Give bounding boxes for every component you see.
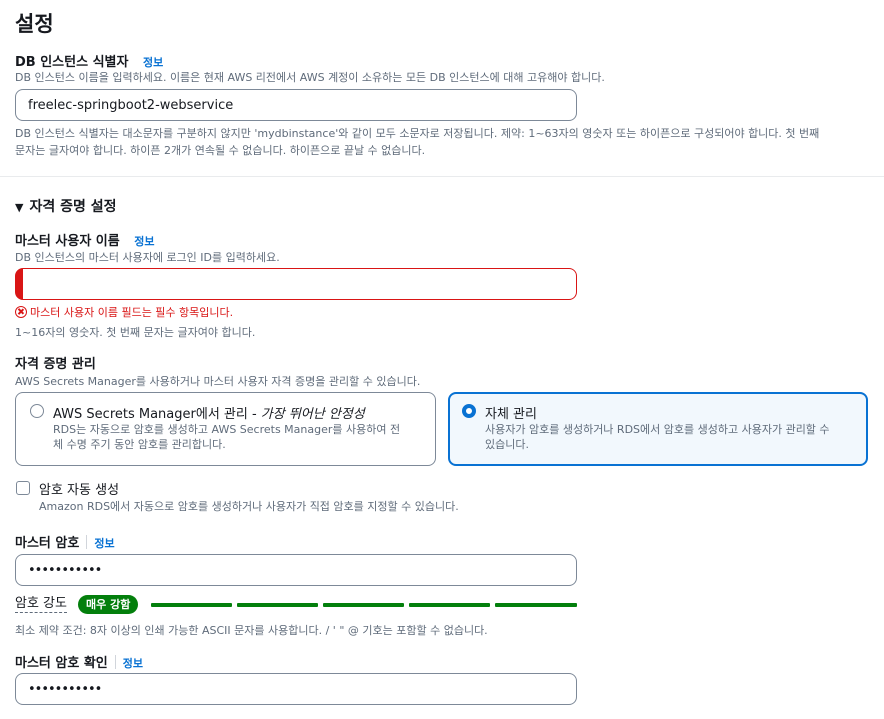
master-username-description: DB 인스턴스의 마스터 사용자에 로그인 ID를 입력하세요. [15,251,280,264]
db-identifier-input[interactable] [15,89,577,121]
password-strength-label[interactable]: 암호 강도 [15,596,67,613]
master-password-label: 마스터 암호 정보 [15,532,115,551]
secrets-manager-title-emphasis: 가장 뛰어난 안정성 [260,407,365,422]
self-managed-option[interactable]: 자체 관리 사용자가 암호를 생성하거나 RDS에서 암호를 생성하고 사용자가… [448,392,868,466]
self-managed-option-title: 자체 관리 [485,407,537,422]
section-divider [0,176,884,177]
db-identifier-constraint-line2: 문자는 글자여야 합니다. 하이픈 2개가 연속될 수 없습니다. 하이픈으로 … [15,144,426,157]
confirm-password-label-text: 마스터 암호 확인 [15,656,108,671]
auto-generate-checkbox[interactable] [16,481,30,495]
strength-bar-segment [151,603,232,607]
confirm-password-info-link[interactable]: 정보 [123,657,143,670]
credential-management-label: 자격 증명 관리 [15,357,96,372]
strength-bar-segment [409,603,490,607]
db-identifier-info-link[interactable]: 정보 [143,56,163,69]
master-password-constraint: 최소 제약 조건: 8자 이상의 인쇄 가능한 ASCII 문자를 사용합니다.… [15,624,488,637]
label-separator [114,655,116,669]
strength-bar-segment [495,603,577,607]
master-username-info-link[interactable]: 정보 [134,235,154,248]
confirm-password-label: 마스터 암호 확인 정보 [15,652,143,671]
caret-down-icon: ▼ [15,201,24,214]
self-managed-option-description: 사용자가 암호를 생성하거나 RDS에서 암호를 생성하고 사용자가 관리할 수… [485,422,830,452]
strength-bar-segment [323,603,404,607]
self-managed-radio[interactable] [462,404,476,418]
db-identifier-label: DB 인스턴스 식별자 정보 [15,51,163,70]
master-username-input[interactable] [15,268,577,300]
db-identifier-description: DB 인스턴스 이름을 입력하세요. 이름은 현재 AWS 리전에서 AWS 계… [15,71,605,84]
page-title: 설정 [15,12,54,36]
label-separator [86,535,88,549]
auto-generate-label[interactable]: 암호 자동 생성 [39,479,119,498]
confirm-password-input[interactable] [15,673,577,705]
secrets-manager-desc-line2: 체 수명 주기 동안 암호를 관리합니다. [53,438,226,451]
credentials-section-title: 자격 증명 설정 [29,199,117,215]
master-password-input[interactable] [15,554,577,586]
credentials-section-toggle[interactable]: ▼ 자격 증명 설정 [15,196,117,216]
secrets-manager-option-title: AWS Secrets Manager에서 관리 - 가장 뛰어난 안정성 [53,403,365,422]
password-strength-badge: 매우 강함 [78,595,139,614]
secrets-manager-option[interactable]: AWS Secrets Manager에서 관리 - 가장 뛰어난 안정성 RD… [15,392,436,466]
self-managed-desc-line2: 있습니다. [485,438,529,451]
auto-generate-description: Amazon RDS에서 자동으로 암호를 생성하거나 사용자가 직접 암호를 … [39,500,459,513]
strength-bar-segment [237,603,318,607]
db-identifier-constraint-line1: DB 인스턴스 식별자는 대소문자를 구분하지 않지만 'mydbinstanc… [15,127,820,140]
master-password-info-link[interactable]: 정보 [94,537,114,550]
master-username-error: 마스터 사용자 이름 필드는 필수 항목입니다. [15,304,233,320]
db-identifier-label-text: DB 인스턴스 식별자 [15,55,129,70]
master-username-error-text: 마스터 사용자 이름 필드는 필수 항목입니다. [30,306,234,319]
master-username-constraint: 1~16자의 영숫자. 첫 번째 문자는 글자여야 합니다. [15,326,256,339]
master-password-label-text: 마스터 암호 [15,536,80,551]
master-username-label: 마스터 사용자 이름 정보 [15,230,155,249]
secrets-manager-option-description: RDS는 자동으로 암호를 생성하고 AWS Secrets Manager를 … [53,422,400,452]
secrets-manager-radio[interactable] [30,404,44,418]
secrets-manager-title-text: AWS Secrets Manager에서 관리 - [53,407,261,422]
self-managed-desc-line1: 사용자가 암호를 생성하거나 RDS에서 암호를 생성하고 사용자가 관리할 수 [485,423,830,436]
credential-management-description: AWS Secrets Manager를 사용하거나 마스터 사용자 자격 증명… [15,375,421,388]
master-username-label-text: 마스터 사용자 이름 [15,234,120,249]
secrets-manager-desc-line1: RDS는 자동으로 암호를 생성하고 AWS Secrets Manager를 … [53,423,401,436]
error-icon [15,306,27,318]
